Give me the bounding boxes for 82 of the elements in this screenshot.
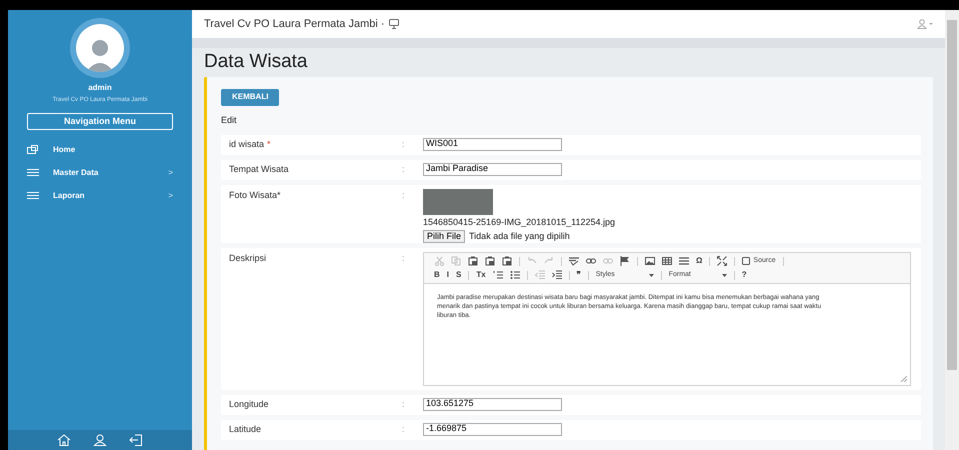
field-label: Latitude bbox=[229, 422, 262, 436]
colon: : bbox=[402, 252, 406, 264]
user-name: admin bbox=[87, 82, 113, 94]
logout-icon[interactable] bbox=[129, 434, 143, 446]
nav-item[interactable]: Home bbox=[8, 138, 192, 161]
undo-icon bbox=[527, 256, 537, 266]
colon: : bbox=[402, 138, 406, 150]
toolbar-button[interactable] bbox=[717, 256, 728, 266]
table-icon bbox=[662, 256, 672, 266]
flag-icon bbox=[620, 256, 630, 266]
toolbar-button[interactable]: Tx bbox=[476, 270, 486, 280]
toolbar-button[interactable]: Ω bbox=[696, 256, 702, 266]
field-label: Tempat Wisata bbox=[229, 162, 290, 176]
nav-item[interactable]: Master Data > bbox=[8, 161, 192, 184]
toolbar-button[interactable] bbox=[552, 270, 562, 280]
clipboard-icon bbox=[468, 256, 478, 266]
colon: : bbox=[402, 188, 406, 202]
text-input[interactable]: -1.669875 bbox=[423, 422, 562, 436]
chevron-icon: > bbox=[168, 190, 173, 202]
toolbar-button[interactable]: ? bbox=[742, 270, 747, 280]
back-button[interactable]: KEMBALI bbox=[221, 88, 280, 106]
toolbar-button[interactable] bbox=[485, 256, 495, 266]
toolbar-button[interactable]: I bbox=[446, 270, 450, 280]
page-title: Data Wisata bbox=[204, 50, 308, 74]
indent-icon bbox=[552, 270, 562, 280]
outdent-icon bbox=[534, 270, 545, 280]
photo-placeholder bbox=[423, 188, 493, 214]
form-mode-label: Edit bbox=[221, 114, 238, 127]
text-input[interactable]: 103.651275 bbox=[423, 398, 562, 410]
clipboard-icon bbox=[485, 256, 495, 266]
file-status: Tidak ada file yang dipilih bbox=[469, 230, 570, 243]
maximize-icon bbox=[717, 256, 728, 266]
colon: : bbox=[402, 422, 406, 436]
field-label: Deskripsi bbox=[229, 252, 268, 265]
toolbar-button[interactable] bbox=[510, 270, 520, 280]
toolbar-button[interactable]: B bbox=[434, 270, 440, 280]
spellcheck-icon bbox=[569, 256, 579, 266]
numbered-list-icon bbox=[492, 270, 503, 280]
link-icon bbox=[586, 256, 596, 266]
toolbar-button[interactable] bbox=[620, 256, 630, 266]
monitor-icon bbox=[388, 19, 399, 29]
menu-icon bbox=[27, 191, 39, 200]
toolbar-button[interactable] bbox=[586, 256, 596, 266]
scissors-icon bbox=[434, 256, 444, 266]
colon: : bbox=[402, 398, 406, 410]
toolbar-button[interactable] bbox=[468, 256, 478, 266]
copy-icon bbox=[451, 256, 461, 266]
resize-grip-icon bbox=[901, 376, 907, 382]
file-name: 1546850415-25169-IMG_20181015_112254.jpg bbox=[423, 216, 616, 229]
field-label: Foto Wisata* bbox=[229, 188, 282, 202]
clipboard-icon bbox=[502, 256, 512, 266]
redo-icon bbox=[544, 256, 554, 266]
home-icon[interactable] bbox=[57, 434, 71, 446]
scrollbar[interactable] bbox=[945, 10, 959, 450]
choose-file-button[interactable]: Pilih File bbox=[423, 230, 466, 244]
folders-icon bbox=[27, 145, 39, 154]
toolbar-button[interactable]: S bbox=[456, 270, 462, 280]
toolbar-button[interactable] bbox=[679, 256, 689, 266]
field-label: id wisata * bbox=[229, 138, 272, 150]
toolbar-button[interactable] bbox=[662, 256, 672, 266]
text-input[interactable]: WIS001 bbox=[423, 138, 562, 150]
caret-icon bbox=[648, 274, 654, 277]
user-icon[interactable] bbox=[93, 434, 107, 446]
horizontal-rule-icon bbox=[679, 256, 689, 266]
toolbar-button[interactable] bbox=[645, 256, 655, 266]
field-label: Longitude bbox=[229, 398, 270, 411]
toolbar-button[interactable]: ❞ bbox=[576, 270, 581, 280]
navigation-menu-header: Navigation Menu bbox=[27, 113, 173, 130]
bullet-list-icon bbox=[510, 270, 520, 280]
chevron-icon: > bbox=[168, 166, 173, 178]
toolbar-button[interactable] bbox=[569, 256, 579, 266]
toolbar-button[interactable] bbox=[502, 256, 512, 266]
toolbar-button[interactable] bbox=[492, 270, 503, 280]
menu-icon bbox=[27, 168, 39, 177]
link-icon bbox=[603, 256, 613, 266]
colon: : bbox=[402, 162, 406, 176]
text-input[interactable]: Jambi Paradise bbox=[423, 162, 562, 176]
app-title: Travel Cv PO Laura Permata Jambi · bbox=[204, 16, 385, 32]
caret-icon bbox=[722, 274, 727, 277]
nav-item[interactable]: Laporan > bbox=[8, 184, 192, 207]
document-icon bbox=[742, 257, 750, 265]
image-icon bbox=[645, 256, 655, 266]
